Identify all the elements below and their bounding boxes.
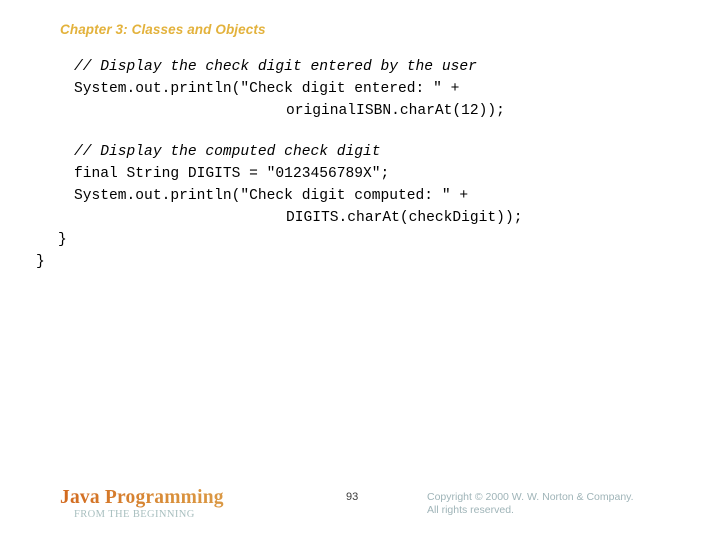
code-line: System.out.println("Check digit computed…	[74, 188, 469, 204]
code-line: }	[58, 232, 67, 248]
code-line: originalISBN.charAt(12));	[286, 103, 505, 119]
slide-footer: Java Programming FROM THE BEGINNING 93 C…	[0, 484, 720, 540]
copyright-notice: Copyright © 2000 W. W. Norton & Company.…	[427, 491, 634, 517]
code-line: System.out.println("Check digit entered:…	[74, 81, 460, 97]
brand-block: Java Programming FROM THE BEGINNING	[60, 488, 310, 521]
brand-subtitle: FROM THE BEGINNING	[74, 509, 195, 520]
page-number: 93	[346, 491, 359, 503]
code-block: // Display the check digit entered by th…	[0, 56, 720, 273]
code-line: // Display the check digit entered by th…	[74, 59, 477, 75]
page-title: Chapter 3: Classes and Objects	[60, 22, 266, 37]
copyright-line-1: Copyright © 2000 W. W. Norton & Company.	[427, 491, 634, 503]
code-line: final String DIGITS = "0123456789X";	[74, 166, 390, 182]
code-line: }	[36, 254, 45, 270]
slide-canvas: Chapter 3: Classes and Objects // Displa…	[0, 0, 720, 540]
brand-title: Java Programming	[60, 488, 310, 508]
code-line: DIGITS.charAt(checkDigit));	[286, 210, 523, 226]
copyright-line-2: All rights reserved.	[427, 504, 514, 516]
code-line: // Display the computed check digit	[74, 144, 381, 160]
